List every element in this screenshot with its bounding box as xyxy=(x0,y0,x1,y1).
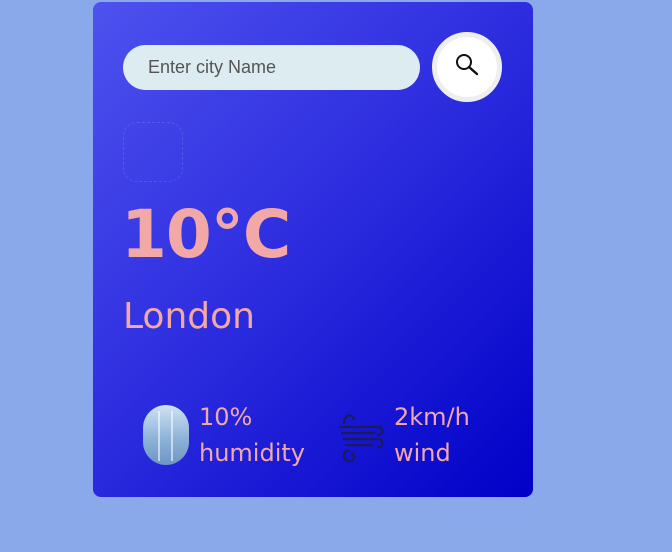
weather-icon xyxy=(123,122,183,182)
wind-text: 2km/h wind xyxy=(394,399,470,471)
search-icon xyxy=(454,52,480,82)
humidity-detail: 10% humidity xyxy=(143,399,305,471)
humidity-text: 10% humidity xyxy=(199,399,305,471)
humidity-value: 10% xyxy=(199,403,253,431)
wind-detail: 2km/h wind xyxy=(338,399,470,471)
humidity-label: humidity xyxy=(199,439,305,467)
city-search-input[interactable] xyxy=(123,45,420,90)
temperature-value: 10°C xyxy=(121,196,291,273)
wind-value: 2km/h xyxy=(394,403,470,431)
weather-card: 10°C London 10% humidity 2km/h win xyxy=(93,2,533,497)
wind-label: wind xyxy=(394,439,451,467)
search-button[interactable] xyxy=(432,32,502,102)
wind-icon xyxy=(338,405,384,465)
humidity-icon xyxy=(143,405,189,465)
city-name: London xyxy=(123,296,255,337)
